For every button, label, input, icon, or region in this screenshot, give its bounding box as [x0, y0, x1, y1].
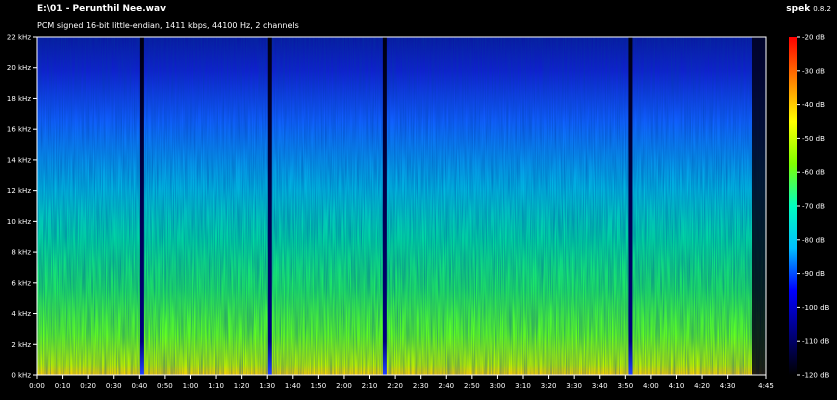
y-tick-label: 22 kHz [7, 34, 31, 42]
x-tick-label: 0:10 [55, 382, 71, 390]
colorbar-axis: -20 dB -30 dB -40 dB -50 dB -60 dB -70 dB -80 … [797, 34, 830, 380]
x-tick-label: 3:30 [566, 382, 582, 390]
colorbar-tick-label: -120 dB [802, 372, 830, 380]
y-tick-label: 2 kHz [11, 341, 31, 349]
x-tick-label: 1:40 [285, 382, 301, 390]
x-tick-label: 2:30 [413, 382, 429, 390]
colorbar-tick-label: -100 dB [802, 304, 830, 312]
silence-gap-2 [382, 37, 387, 375]
spectrogram-plot [37, 37, 766, 375]
y-axis: 0 kHz 2 kHz 4 kHz 6 kHz 8 kHz 10 kHz 12 kHz 14 … [7, 34, 37, 380]
colorbar-tick-label: -110 dB [802, 338, 830, 346]
y-tick-label: 6 kHz [11, 279, 31, 287]
track-end-fade [752, 37, 766, 375]
colorbar-tick-label: -30 dB [802, 67, 825, 75]
x-tick-label: 1:10 [208, 382, 224, 390]
silence-gap-3 [628, 37, 633, 375]
x-tick-label: 0:50 [157, 382, 173, 390]
y-tick-label: 0 kHz [11, 372, 31, 380]
x-axis: 0:00 0:10 0:20 0:30 0:40 0:50 1:00 1:10 1:20 1:30… [29, 375, 774, 390]
x-tick-label: 1:50 [311, 382, 327, 390]
x-tick-label: 4:20 [694, 382, 710, 390]
colorbar-tick-label: -20 dB [802, 34, 825, 42]
x-tick-label: 2:10 [362, 382, 378, 390]
x-tick-label: 3:20 [541, 382, 557, 390]
x-tick-label: 4:10 [669, 382, 685, 390]
colorbar-tick-label: -90 dB [802, 270, 825, 278]
colorbar-tick-label: -40 dB [802, 101, 825, 109]
colorbar [789, 37, 797, 375]
colorbar-tick-label: -70 dB [802, 203, 825, 211]
y-tick-label: 10 kHz [7, 218, 31, 226]
x-tick-label: 3:40 [592, 382, 608, 390]
y-tick-label: 4 kHz [11, 310, 31, 318]
x-tick-label: 0:30 [106, 382, 122, 390]
y-tick-label: 12 kHz [7, 187, 31, 195]
spectrogram-texture [37, 37, 766, 375]
x-tick-label: 2:50 [464, 382, 480, 390]
silence-gap-0 [139, 37, 144, 375]
x-tick-label: 2:00 [336, 382, 352, 390]
y-tick-label: 16 kHz [7, 126, 31, 134]
x-tick-label: 4:45 [758, 382, 774, 390]
y-tick-label: 20 kHz [7, 64, 31, 72]
spectrogram-chart: 0 kHz 2 kHz 4 kHz 6 kHz 8 kHz 10 kHz 12 kHz 14 … [7, 34, 830, 391]
x-tick-label: 1:00 [183, 382, 199, 390]
x-tick-label: 3:00 [490, 382, 506, 390]
x-tick-label: 4:30 [720, 382, 736, 390]
colorbar-tick-label: -50 dB [802, 135, 825, 143]
x-tick-label: 0:40 [131, 382, 147, 390]
x-tick-label: 4:00 [643, 382, 659, 390]
silence-gap-1 [267, 37, 272, 375]
x-tick-label: 1:30 [259, 382, 275, 390]
x-tick-label: 0:20 [80, 382, 96, 390]
y-tick-label: 14 kHz [7, 156, 31, 164]
colorbar-tick-label: -80 dB [802, 236, 825, 244]
x-tick-label: 2:20 [387, 382, 403, 390]
y-tick-label: 18 kHz [7, 95, 31, 103]
x-tick-label: 1:20 [234, 382, 250, 390]
x-tick-label: 3:50 [617, 382, 633, 390]
colorbar-tick-label: -60 dB [802, 169, 825, 177]
x-tick-label: 3:10 [515, 382, 531, 390]
y-tick-label: 8 kHz [11, 249, 31, 257]
x-tick-label: 2:40 [438, 382, 454, 390]
x-tick-label: 0:00 [29, 382, 45, 390]
